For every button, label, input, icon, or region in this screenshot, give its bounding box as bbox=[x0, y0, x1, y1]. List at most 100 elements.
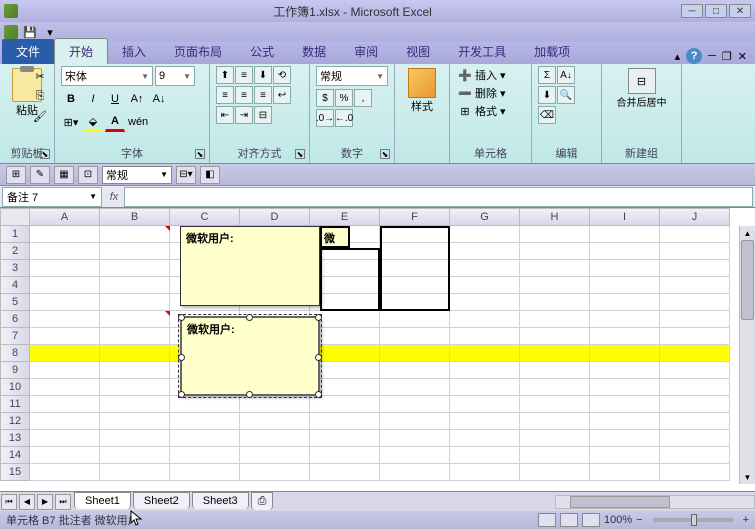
resize-handle[interactable] bbox=[178, 354, 185, 361]
doc-close-icon[interactable]: ✕ bbox=[738, 50, 747, 63]
cell-grid[interactable]: 微软用户: 微 微软用户: bbox=[30, 226, 739, 484]
decrease-indent-button[interactable]: ⇤ bbox=[216, 106, 234, 124]
tab-dev[interactable]: 开发工具 bbox=[444, 39, 520, 64]
col-header[interactable]: B bbox=[100, 208, 170, 226]
row-header[interactable]: 10 bbox=[0, 379, 30, 396]
sheet-tab[interactable]: Sheet1 bbox=[74, 492, 131, 509]
italic-button[interactable]: I bbox=[83, 89, 103, 109]
resize-handle[interactable] bbox=[246, 391, 253, 398]
orientation-button[interactable]: ⟲ bbox=[273, 66, 291, 84]
row-header[interactable]: 15 bbox=[0, 464, 30, 481]
scroll-up-icon[interactable]: ▲ bbox=[740, 226, 755, 240]
resize-handle[interactable] bbox=[315, 354, 322, 361]
decrease-decimal-button[interactable]: ←.0 bbox=[335, 109, 353, 127]
fill-button[interactable]: ⬇ bbox=[538, 86, 556, 104]
format-painter-icon[interactable]: 🖌 bbox=[32, 108, 48, 124]
find-button[interactable]: 🔍 bbox=[557, 86, 575, 104]
row-header[interactable]: 2 bbox=[0, 243, 30, 260]
zoom-in-button[interactable]: + bbox=[743, 514, 749, 526]
sheet-tab[interactable]: Sheet3 bbox=[192, 492, 249, 509]
col-header[interactable]: J bbox=[660, 208, 730, 226]
select-all-corner[interactable] bbox=[0, 208, 30, 226]
maximize-button[interactable]: □ bbox=[705, 4, 727, 18]
currency-button[interactable]: $ bbox=[316, 89, 334, 107]
app-menu-icon[interactable] bbox=[4, 25, 18, 39]
view-normal-button[interactable] bbox=[538, 513, 556, 527]
align-middle-button[interactable]: ≡ bbox=[235, 66, 253, 84]
col-header[interactable]: H bbox=[520, 208, 590, 226]
tab-home[interactable]: 开始 bbox=[54, 38, 108, 64]
sort-button[interactable]: A↓ bbox=[557, 66, 575, 84]
row-header[interactable]: 6 bbox=[0, 311, 30, 328]
resize-handle[interactable] bbox=[246, 314, 253, 321]
row-header[interactable]: 4 bbox=[0, 277, 30, 294]
tab-layout[interactable]: 页面布局 bbox=[160, 39, 236, 64]
row-header[interactable]: 14 bbox=[0, 447, 30, 464]
resize-handle[interactable] bbox=[178, 391, 185, 398]
sheet-tab[interactable]: Sheet2 bbox=[133, 492, 190, 509]
clipboard-dialog-icon[interactable]: ⬊ bbox=[40, 149, 50, 159]
row-header[interactable]: 9 bbox=[0, 362, 30, 379]
sheet-nav-last-icon[interactable]: ⏭ bbox=[55, 494, 71, 510]
row-header[interactable]: 1 bbox=[0, 226, 30, 243]
merge-center-button[interactable]: ⊟ 合并后居中 bbox=[608, 66, 675, 109]
font-color-button[interactable]: A bbox=[105, 112, 125, 132]
sb-button-6[interactable]: ◧ bbox=[200, 166, 220, 184]
qat-save-icon[interactable]: 💾 bbox=[22, 24, 38, 40]
format-cells-button[interactable]: ⊞格式 ▾ bbox=[456, 102, 525, 120]
zoom-out-button[interactable]: − bbox=[636, 514, 642, 526]
horizontal-scrollbar[interactable] bbox=[555, 495, 755, 509]
align-top-button[interactable]: ⬆ bbox=[216, 66, 234, 84]
row-header[interactable]: 8 bbox=[0, 345, 30, 362]
col-header[interactable]: I bbox=[590, 208, 660, 226]
zoom-thumb[interactable] bbox=[691, 514, 697, 526]
doc-restore-icon[interactable]: ❐ bbox=[722, 50, 732, 63]
phonetic-button[interactable]: wén bbox=[127, 112, 149, 132]
row-header[interactable]: 11 bbox=[0, 396, 30, 413]
tab-review[interactable]: 审阅 bbox=[340, 39, 392, 64]
font-size-combo[interactable]: 9▼ bbox=[155, 66, 195, 86]
number-dialog-icon[interactable]: ⬊ bbox=[380, 149, 390, 159]
decrease-font-button[interactable]: A↓ bbox=[149, 89, 169, 109]
sheet-nav-first-icon[interactable]: ⏮ bbox=[1, 494, 17, 510]
autosum-button[interactable]: Σ bbox=[538, 66, 556, 84]
sb-button-5[interactable]: ⊟▾ bbox=[176, 166, 196, 184]
sb-button-1[interactable]: ⊞ bbox=[6, 166, 26, 184]
merge-button[interactable]: ⊟ bbox=[254, 106, 272, 124]
align-center-button[interactable]: ≡ bbox=[235, 86, 253, 104]
minimize-button[interactable]: ─ bbox=[681, 4, 703, 18]
name-box[interactable]: 备注 7▼ bbox=[2, 187, 102, 207]
col-header[interactable]: E bbox=[310, 208, 380, 226]
font-name-combo[interactable]: 宋体▼ bbox=[61, 66, 153, 86]
view-break-button[interactable] bbox=[582, 513, 600, 527]
row-header[interactable]: 12 bbox=[0, 413, 30, 430]
fx-button[interactable]: fx bbox=[104, 187, 124, 207]
increase-font-button[interactable]: A↑ bbox=[127, 89, 147, 109]
comma-button[interactable]: , bbox=[354, 89, 372, 107]
font-dialog-icon[interactable]: ⬊ bbox=[195, 149, 205, 159]
align-dialog-icon[interactable]: ⬊ bbox=[295, 149, 305, 159]
sb-button-2[interactable]: ✎ bbox=[30, 166, 50, 184]
percent-button[interactable]: % bbox=[335, 89, 353, 107]
col-header[interactable]: D bbox=[240, 208, 310, 226]
increase-decimal-button[interactable]: .0→ bbox=[316, 109, 334, 127]
bold-button[interactable]: B bbox=[61, 89, 81, 109]
resize-handle[interactable] bbox=[178, 314, 185, 321]
view-layout-button[interactable] bbox=[560, 513, 578, 527]
col-header[interactable]: F bbox=[380, 208, 450, 226]
scroll-down-icon[interactable]: ▼ bbox=[740, 470, 755, 484]
delete-cells-button[interactable]: ➖删除 ▾ bbox=[456, 84, 525, 102]
tab-view[interactable]: 视图 bbox=[392, 39, 444, 64]
fill-color-button[interactable]: ⬙ bbox=[83, 112, 103, 132]
tab-insert[interactable]: 插入 bbox=[108, 39, 160, 64]
help-icon[interactable]: ? bbox=[686, 48, 702, 64]
col-header[interactable]: A bbox=[30, 208, 100, 226]
underline-button[interactable]: U bbox=[105, 89, 125, 109]
styles-button[interactable]: 样式 bbox=[401, 66, 443, 114]
row-header[interactable]: 13 bbox=[0, 430, 30, 447]
doc-minimize-icon[interactable]: ─ bbox=[708, 50, 716, 62]
insert-cells-button[interactable]: ➕插入 ▾ bbox=[456, 66, 525, 84]
tab-data[interactable]: 数据 bbox=[288, 39, 340, 64]
col-header[interactable]: C bbox=[170, 208, 240, 226]
tab-addin[interactable]: 加载项 bbox=[520, 39, 584, 64]
